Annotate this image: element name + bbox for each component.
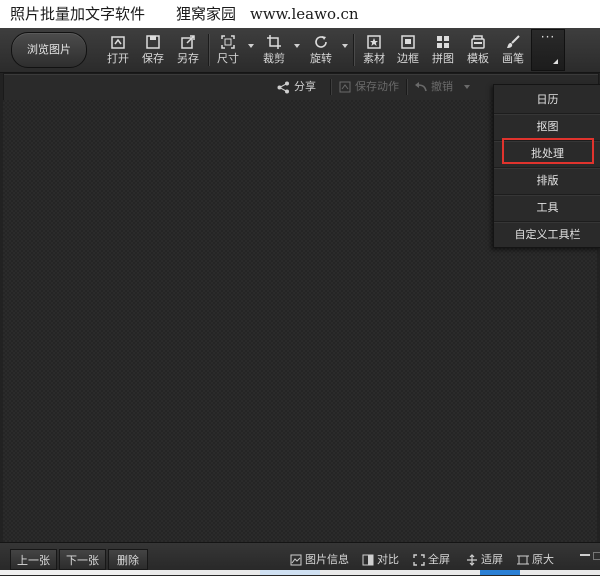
save-label: 保存 [142,52,164,65]
image-info-button[interactable]: 图片信息 [290,549,349,570]
undo-dropdown-caret[interactable] [464,85,470,89]
menu-item-layout[interactable]: 排版 [494,168,600,195]
share-label: 分享 [294,80,316,93]
resize-dropdown-caret[interactable] [248,44,254,48]
more-tools-dropdown: 日历 抠图 批处理 排版 工具 自定义工具栏 [493,84,600,248]
sticker-icon [367,35,381,49]
fit-screen-label: 适屏 [481,553,503,566]
frame-button[interactable]: 边框 [392,31,424,69]
image-info-label: 图片信息 [305,553,349,566]
toolbar-separator [353,34,354,66]
template-label: 模板 [467,52,489,65]
frame-label: 边框 [397,52,419,65]
menu-item-tools[interactable]: 工具 [494,195,600,222]
save-action-button[interactable]: 保存动作 [339,74,399,100]
template-icon [471,35,485,49]
screenshot-caption: 照片批量加文字软件 狸窝家园 www.leawo.cn [0,0,600,28]
resize-label: 尺寸 [217,52,239,65]
toolbar-separator [208,34,209,66]
fit-screen-button[interactable]: 适屏 [466,549,503,570]
menu-item-calendar[interactable]: 日历 [494,87,600,114]
collage-icon [437,36,449,48]
save-as-button[interactable]: 另存 [172,31,204,69]
collage-label: 拼图 [432,52,454,65]
save-action-label: 保存动作 [355,80,399,93]
rotate-dropdown-caret[interactable] [342,44,348,48]
undo-label: 撤销 [431,80,453,93]
next-image-button[interactable]: 下一张 [59,549,106,570]
undo-button[interactable]: 撤销 [414,74,453,100]
resize-button[interactable]: 尺寸 [212,31,244,69]
menu-item-cutout[interactable]: 抠图 [494,114,600,141]
open-button[interactable]: 打开 [102,31,134,69]
frame-icon [401,35,415,49]
open-label: 打开 [107,52,129,65]
main-toolbar: 浏览图片 打开 保存 另存 尺寸 裁剪 旋转 素材 边框 拼图 模板 画笔 ··… [0,28,600,73]
more-tools-button[interactable]: ··· [531,29,565,71]
save-as-icon [181,35,195,49]
caption-url: www.leawo.cn [250,5,359,23]
menu-item-customize-toolbar[interactable]: 自定义工具栏 [494,222,600,248]
crop-dropdown-caret[interactable] [294,44,300,48]
undo-icon [415,82,427,92]
original-size-button[interactable]: 原大 [517,549,554,570]
caption-title: 照片批量加文字软件 [10,5,146,23]
save-action-icon [339,81,351,93]
sticker-label: 素材 [363,52,385,65]
open-icon [111,36,125,49]
subbar-separator [406,79,407,95]
fullscreen-label: 全屏 [428,553,450,566]
fullscreen-icon [413,554,425,566]
fit-screen-icon [467,554,477,566]
caption-site-name: 狸窝家园 [176,5,237,23]
zoom-out-icon[interactable] [580,554,590,556]
save-as-label: 另存 [177,52,199,65]
rotate-icon [315,36,327,48]
rotate-label: 旋转 [310,52,332,65]
collage-button[interactable]: 拼图 [427,31,459,69]
share-button[interactable]: 分享 [277,74,316,100]
compare-label: 对比 [377,553,399,566]
sticker-button[interactable]: 素材 [358,31,390,69]
taskbar-strip [0,570,600,575]
crop-button[interactable]: 裁剪 [258,31,290,69]
template-button[interactable]: 模板 [462,31,494,69]
delete-image-button[interactable]: 删除 [108,549,148,570]
resize-icon [221,35,235,49]
zoom-slider[interactable] [593,552,600,560]
crop-icon [267,35,281,49]
crop-label: 裁剪 [263,52,285,65]
brush-button[interactable]: 画笔 [497,31,529,69]
browse-images-button[interactable]: 浏览图片 [11,32,87,68]
share-icon [277,81,289,93]
brush-label: 画笔 [502,52,524,65]
image-info-icon [290,554,302,566]
more-dots: ··· [540,30,556,44]
brush-icon [507,35,520,48]
fullscreen-button[interactable]: 全屏 [413,549,450,570]
prev-image-button[interactable]: 上一张 [10,549,57,570]
save-button[interactable]: 保存 [137,31,169,69]
subbar-separator [330,79,331,95]
expand-triangle-icon [553,59,558,64]
compare-icon [362,554,374,566]
rotate-button[interactable]: 旋转 [305,31,337,69]
original-size-icon [517,555,529,565]
original-size-label: 原大 [532,553,554,566]
app-window: 浏览图片 打开 保存 另存 尺寸 裁剪 旋转 素材 边框 拼图 模板 画笔 ··… [0,28,600,576]
compare-button[interactable]: 对比 [362,549,399,570]
menu-item-batch-process[interactable]: 批处理 [494,141,600,168]
save-icon [146,35,160,49]
